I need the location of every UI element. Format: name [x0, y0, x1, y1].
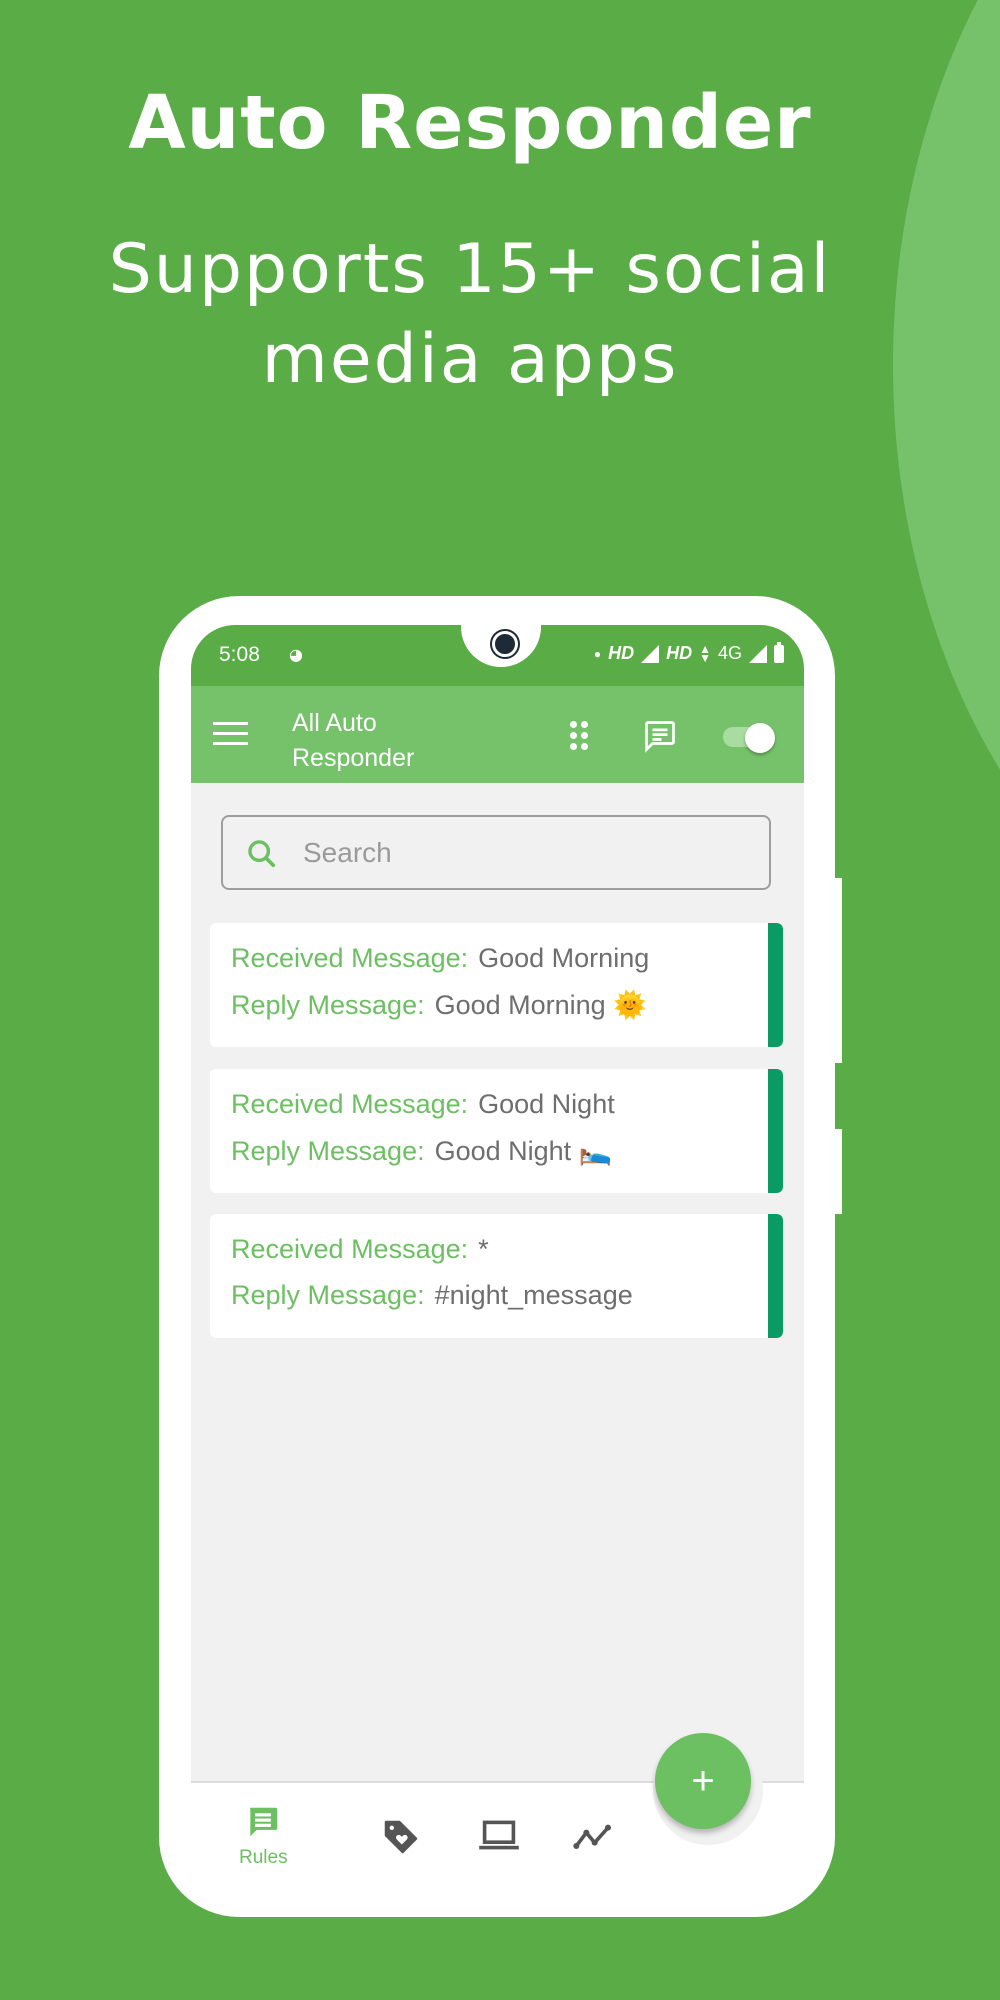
signal-icon	[749, 644, 767, 663]
hero-subtitle: Supports 15+ social media apps	[0, 225, 940, 405]
reply-value: Good Morning 🌞	[434, 990, 647, 1020]
received-value: Good Night	[478, 1089, 615, 1119]
reply-label: Reply Message:	[231, 1280, 425, 1310]
phone-screen: 5:08 ◕ ● HD HD ▲▼ 4G All Auto Responder	[191, 625, 804, 1888]
card-accent-bar	[768, 1069, 783, 1193]
network-hd-label-2: HD	[666, 643, 693, 663]
reply-value: #night_message	[434, 1280, 633, 1310]
add-rule-fab[interactable]: +	[655, 1733, 751, 1829]
app-title-line2: Responder	[292, 744, 415, 772]
nav-item-tags[interactable]	[381, 1817, 421, 1861]
rules-message-icon	[250, 1807, 278, 1837]
nav-label-rules: Rules	[239, 1847, 288, 1868]
card-accent-bar	[768, 923, 783, 1047]
nav-item-stats[interactable]	[573, 1821, 613, 1855]
received-label: Received Message:	[231, 943, 469, 973]
search-icon	[248, 840, 276, 868]
hero-subtitle-line2: media apps	[261, 320, 679, 399]
rule-card[interactable]: Received Message: Good Night Reply Messag…	[210, 1069, 783, 1193]
received-value: Good Morning	[478, 943, 650, 973]
notification-icon: ◕	[289, 645, 303, 664]
stats-line-icon	[573, 1824, 611, 1849]
hero-subtitle-line1: Supports 15+ social	[108, 230, 832, 309]
card-accent-bar	[768, 1214, 783, 1338]
nav-item-rules[interactable]: Rules	[239, 1803, 288, 1869]
laptop-icon	[479, 1820, 519, 1850]
search-input[interactable]	[301, 831, 745, 875]
data-arrows-icon: ▲ ▼	[699, 641, 711, 665]
toggle-knob	[745, 723, 775, 753]
phone-side-button	[835, 878, 842, 1063]
signal-icon	[641, 644, 660, 663]
dot-icon: ●	[593, 646, 602, 661]
reply-label: Reply Message:	[231, 1136, 425, 1166]
rule-card[interactable]: Received Message: * Reply Message: #night_…	[210, 1214, 783, 1338]
camera-icon	[492, 631, 518, 657]
received-label: Received Message:	[231, 1234, 469, 1264]
battery-icon	[774, 641, 784, 663]
search-field[interactable]	[221, 815, 771, 890]
phone-side-button	[835, 1129, 842, 1214]
hero-title: Auto Responder	[128, 80, 812, 166]
app-title-line1: All Auto	[292, 709, 377, 737]
hamburger-menu-icon[interactable]	[213, 722, 248, 748]
status-bar: 5:08 ◕ ● HD HD ▲ ▼ 4G	[191, 625, 804, 686]
network-hd-label: HD	[608, 643, 635, 663]
status-time: 5:08	[219, 643, 260, 666]
received-value: *	[478, 1234, 489, 1264]
nav-item-devices[interactable]	[477, 1817, 521, 1857]
app-bar: All Auto Responder	[191, 686, 804, 783]
apps-grid-icon[interactable]	[570, 721, 588, 751]
network-type: 4G	[717, 643, 742, 663]
status-icons: ● HD HD ▲ ▼ 4G	[593, 641, 784, 665]
tag-heart-icon	[384, 1820, 418, 1854]
reply-label: Reply Message:	[231, 990, 425, 1020]
rule-card[interactable]: Received Message: Good Morning Reply Mess…	[210, 923, 783, 1047]
app-title: All Auto Responder	[292, 706, 414, 776]
chat-message-icon[interactable]	[642, 718, 678, 758]
auto-reply-toggle[interactable]	[723, 723, 775, 753]
reply-value: Good Night 🛌	[434, 1136, 613, 1166]
received-label: Received Message:	[231, 1089, 469, 1119]
